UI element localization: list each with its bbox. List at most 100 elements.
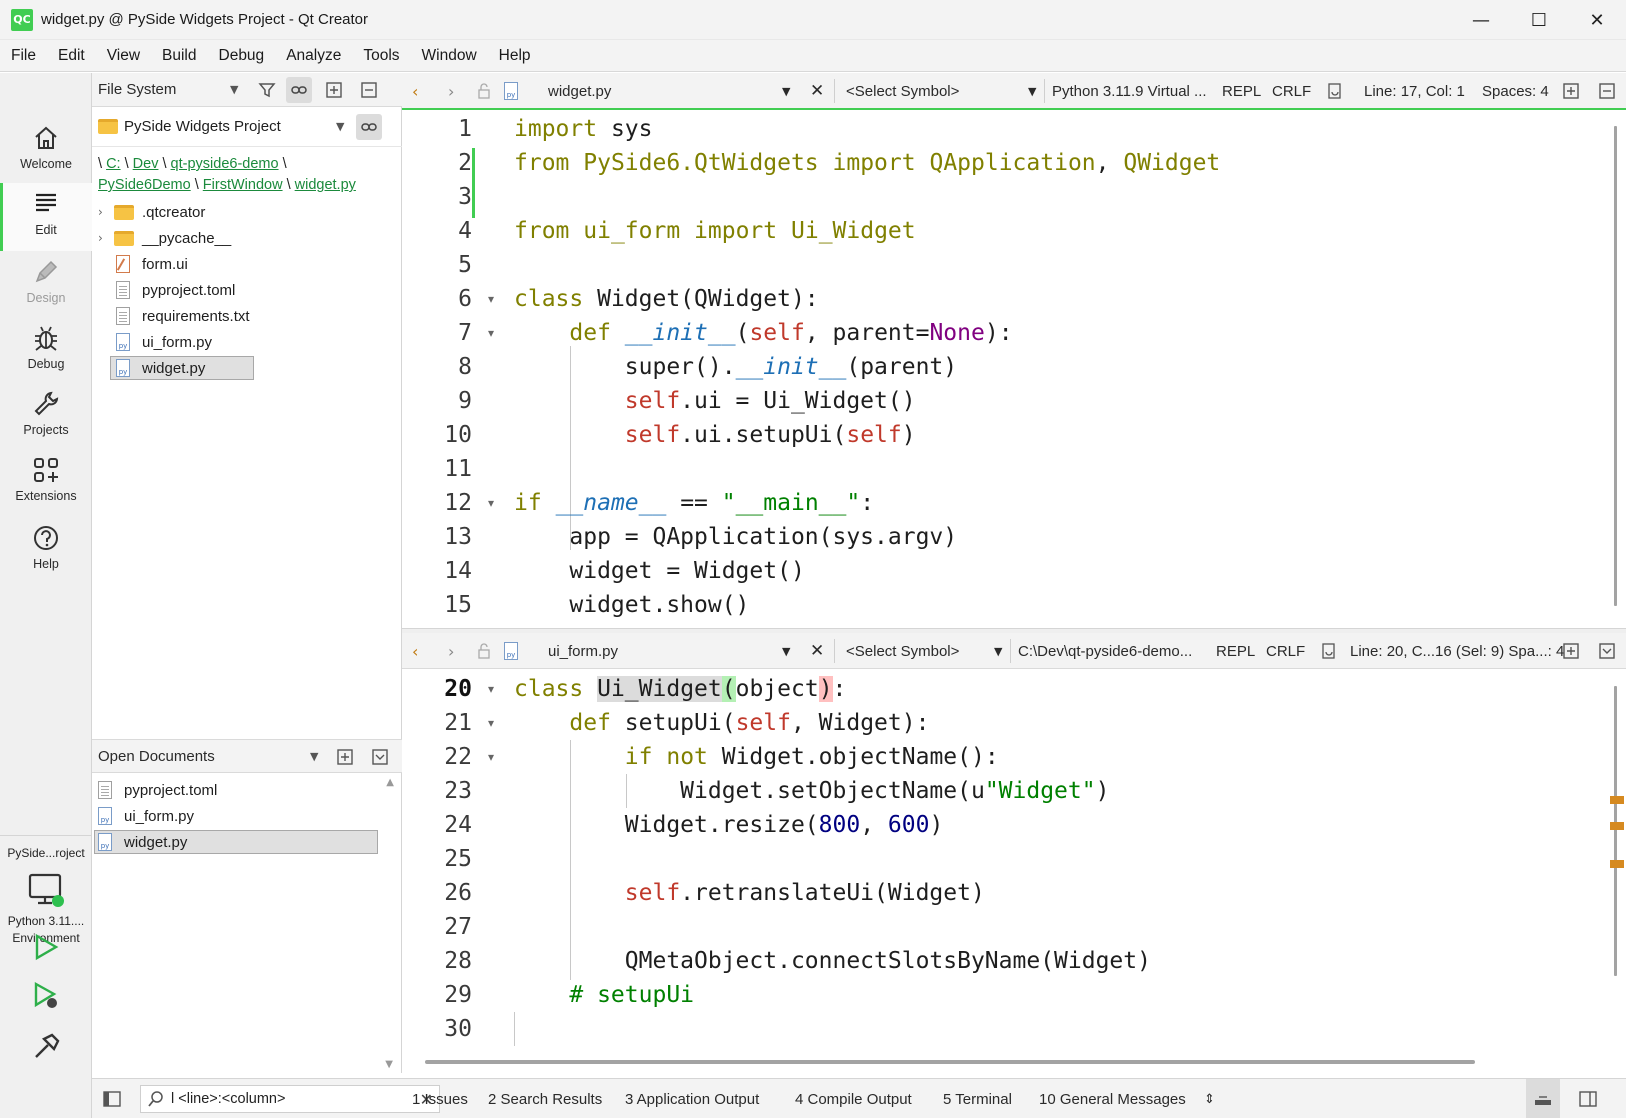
repl-button[interactable]: REPL	[1222, 73, 1261, 109]
scroll-up-icon[interactable]: ▲	[386, 777, 394, 788]
tree-item-ui-form-py[interactable]: py ui_form.py	[92, 329, 402, 355]
locator-input[interactable]: l <line>:<column> ✕	[140, 1085, 440, 1113]
more-panes-icon[interactable]: ⇕	[1204, 1079, 1215, 1118]
breadcrumb-item[interactable]: PySide6Demo	[98, 177, 191, 193]
expand-arrow-icon[interactable]: ›	[98, 205, 108, 219]
lock-icon[interactable]	[476, 73, 492, 109]
search-marker[interactable]	[1610, 822, 1624, 830]
maximize-button[interactable]: ☐	[1510, 0, 1568, 40]
chevron-down-icon[interactable]: ▼	[230, 83, 238, 96]
search-marker[interactable]	[1610, 860, 1624, 868]
close-split-icon[interactable]	[356, 77, 382, 103]
menu-debug[interactable]: Debug	[208, 40, 276, 72]
build-button[interactable]	[32, 1031, 62, 1065]
expand-arrow-icon[interactable]: ›	[98, 231, 108, 245]
mode-help[interactable]: Help	[0, 517, 92, 585]
run-button[interactable]	[32, 933, 60, 965]
tree-item-form-ui[interactable]: form.ui	[92, 251, 402, 277]
fold-arrow-icon[interactable]: ▾	[488, 740, 494, 774]
back-arrow-icon[interactable]: ‹	[412, 633, 418, 669]
kit-selector-button[interactable]	[28, 873, 68, 915]
vertical-scrollbar[interactable]	[1614, 126, 1617, 606]
mode-extensions[interactable]: Extensions	[0, 449, 92, 517]
filter-icon[interactable]	[254, 77, 280, 103]
fold-arrow-icon[interactable]: ▾	[488, 282, 494, 316]
interpreter-selector[interactable]: Python 3.11.9 Virtual ...	[1052, 73, 1207, 109]
link-with-editor-icon[interactable]	[286, 77, 312, 103]
menu-tools[interactable]: Tools	[352, 40, 410, 72]
code-editor-bottom[interactable]: 20 ▾ class Ui_Widget(object): 21 ▾ def setu…	[402, 670, 1626, 1056]
code-editor-top[interactable]: 1 import sys 2 from PySide6.QtWidgets impo…	[402, 110, 1626, 628]
lock-icon[interactable]	[476, 633, 492, 669]
tree-item-pycache[interactable]: › __pycache__	[92, 225, 402, 251]
toggle-right-sidebar-icon[interactable]	[1578, 1079, 1598, 1118]
minimize-button[interactable]: —	[1452, 0, 1510, 40]
forward-arrow-icon[interactable]: ›	[448, 73, 454, 109]
forward-arrow-icon[interactable]: ›	[448, 633, 454, 669]
vertical-scrollbar[interactable]	[1614, 686, 1617, 976]
breadcrumb-item[interactable]: Dev	[133, 156, 159, 172]
split-add-icon[interactable]	[332, 744, 358, 770]
menu-window[interactable]: Window	[411, 40, 488, 72]
search-marker[interactable]	[1610, 796, 1624, 804]
tree-item-qtcreator[interactable]: › .qtcreator	[92, 199, 402, 225]
sync-link-icon[interactable]	[356, 114, 382, 140]
breadcrumb-item[interactable]: widget.py	[295, 177, 356, 193]
cursor-position[interactable]: Line: 20, C...16 (Sel: 9) Spa...: 4	[1350, 633, 1564, 669]
pane-application-output[interactable]: 3 Application Output	[625, 1079, 759, 1118]
symbol-combo[interactable]: <Select Symbol>	[846, 73, 959, 109]
split-add-icon[interactable]	[1562, 633, 1580, 669]
chevron-down-icon[interactable]: ▼	[782, 73, 790, 109]
menu-help[interactable]: Help	[488, 40, 542, 72]
open-doc-widget[interactable]: py widget.py	[92, 829, 402, 855]
chevron-down-icon[interactable]: ▼	[994, 633, 1002, 669]
split-add-icon[interactable]	[321, 77, 347, 103]
tree-item-widget-py[interactable]: py widget.py	[92, 355, 402, 381]
output-toggle-icon[interactable]	[1526, 1079, 1560, 1118]
encoding-icon[interactable]	[1326, 73, 1344, 109]
close-document-icon[interactable]: ✕	[810, 73, 824, 109]
fold-arrow-icon[interactable]: ▾	[488, 316, 494, 350]
chevron-down-icon[interactable]: ▼	[1028, 73, 1036, 109]
document-combo[interactable]: ui_form.py	[548, 633, 618, 669]
fold-arrow-icon[interactable]: ▾	[488, 706, 494, 740]
toggle-sidebar-icon[interactable]	[102, 1079, 122, 1118]
mode-edit[interactable]: Edit	[0, 183, 92, 251]
tree-item-pyproject[interactable]: pyproject.toml	[92, 277, 402, 303]
mode-design[interactable]: Design	[0, 251, 92, 319]
menu-view[interactable]: View	[96, 40, 151, 72]
pane-general-messages[interactable]: 10 General Messages	[1039, 1079, 1186, 1118]
open-doc-pyproject[interactable]: pyproject.toml	[92, 777, 402, 803]
encoding-icon[interactable]	[1320, 633, 1338, 669]
tree-item-requirements[interactable]: requirements.txt	[92, 303, 402, 329]
horizontal-scrollbar[interactable]	[425, 1060, 1475, 1064]
split-add-icon[interactable]	[1562, 73, 1580, 109]
menu-edit[interactable]: Edit	[47, 40, 96, 72]
breadcrumb-item[interactable]: qt-pyside6-demo	[171, 156, 279, 172]
close-window-button[interactable]: ✕	[1568, 0, 1626, 40]
open-doc-ui-form[interactable]: py ui_form.py	[92, 803, 402, 829]
symbol-combo[interactable]: <Select Symbol>	[846, 633, 959, 669]
interpreter-selector[interactable]: C:\Dev\qt-pyside6-demo...	[1018, 633, 1192, 669]
menu-build[interactable]: Build	[151, 40, 207, 72]
fold-arrow-icon[interactable]: ▾	[488, 672, 494, 706]
project-combo[interactable]: PySide Widgets Project ▼	[92, 107, 402, 147]
debug-run-button[interactable]	[32, 981, 62, 1015]
pane-search-results[interactable]: 2 Search Results	[488, 1079, 602, 1118]
close-document-icon[interactable]: ✕	[810, 633, 824, 669]
menu-file[interactable]: File	[0, 40, 47, 72]
indentation-setting[interactable]: Spaces: 4	[1482, 73, 1549, 109]
document-combo[interactable]: widget.py	[548, 73, 611, 109]
mode-projects[interactable]: Projects	[0, 383, 92, 451]
close-split-icon[interactable]	[1598, 633, 1616, 669]
pane-terminal[interactable]: 5 Terminal	[943, 1079, 1012, 1118]
breadcrumb-item[interactable]: FirstWindow	[203, 177, 283, 193]
navigation-view-combo[interactable]: File System	[98, 81, 176, 98]
breadcrumb-item[interactable]: C:	[106, 156, 121, 172]
line-ending-button[interactable]: CRLF	[1266, 633, 1305, 669]
chevron-down-icon[interactable]: ▼	[310, 750, 318, 763]
fold-arrow-icon[interactable]: ▾	[488, 486, 494, 520]
close-split-icon[interactable]	[1598, 73, 1616, 109]
repl-button[interactable]: REPL	[1216, 633, 1255, 669]
open-documents-title[interactable]: Open Documents	[98, 748, 215, 765]
